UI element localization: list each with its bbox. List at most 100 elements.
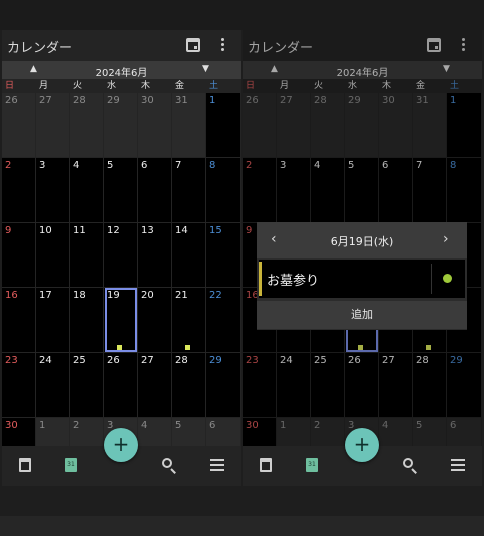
day-cell[interactable]: 23: [2, 353, 35, 417]
app-title: カレンダー: [7, 41, 73, 56]
day-cell[interactable]: 11: [70, 223, 103, 287]
day-cell[interactable]: 17: [36, 288, 69, 352]
day-cell[interactable]: 5: [104, 158, 137, 222]
weekday-label: 火: [73, 81, 83, 91]
week-row: 16 17 18 19 20 21 22: [2, 288, 241, 353]
day-cell[interactable]: 22: [206, 288, 240, 352]
day-number: 28: [175, 355, 188, 366]
system-bottom-strip: [0, 516, 484, 536]
event-marker: [185, 345, 190, 350]
day-number: 23: [5, 355, 18, 366]
day-number: 15: [209, 225, 222, 236]
day-number: 2: [73, 420, 80, 431]
day-cell[interactable]: 20: [138, 288, 171, 352]
dialog-header: ‹ 6月19日(水) ›: [257, 222, 467, 258]
weekday-label: 水: [107, 81, 117, 91]
day-number: 24: [39, 355, 52, 366]
day-cell[interactable]: 31: [172, 93, 205, 157]
day-cell[interactable]: 28: [172, 353, 205, 417]
day-cell[interactable]: 18: [70, 288, 103, 352]
day-cell[interactable]: 27: [138, 353, 171, 417]
dialog-date: 6月19日(水): [330, 235, 394, 248]
day-cell[interactable]: 6: [138, 158, 171, 222]
day-number: 22: [209, 290, 222, 301]
event-divider: [431, 264, 432, 294]
weekday-label: 金: [175, 81, 185, 91]
weekday-label: 土: [209, 81, 219, 91]
calendar-day-icon[interactable]: 31: [303, 456, 321, 474]
day-cell[interactable]: 25: [70, 353, 103, 417]
day-cell[interactable]: 26: [2, 93, 35, 157]
week-row: 26 27 28 29 30 31 1: [2, 93, 241, 158]
event-item[interactable]: お墓参り: [259, 260, 465, 298]
day-cell[interactable]: 9: [2, 223, 35, 287]
day-number: 26: [5, 95, 18, 106]
day-cell[interactable]: 29: [104, 93, 137, 157]
day-number: 18: [73, 290, 86, 301]
calendar-month-icon[interactable]: [257, 456, 275, 474]
next-day-button[interactable]: ›: [443, 231, 449, 247]
month-grid: 2627282930311234567891011121314151617181…: [2, 93, 241, 483]
calendar-day-icon[interactable]: 31: [62, 456, 80, 474]
search-icon[interactable]: [160, 456, 178, 474]
menu-icon[interactable]: [208, 456, 226, 474]
day-cell[interactable]: 15: [206, 223, 240, 287]
day-number: 9: [5, 225, 12, 236]
day-number: 27: [39, 95, 52, 106]
calendar-screen-with-popup: カレンダー ▲ 2024年6月 ▼ 日月火水木金土 26 27 28 29 30 31 1 2…: [243, 30, 482, 486]
day-number: 5: [175, 420, 182, 431]
day-number: 17: [39, 290, 52, 301]
day-cell[interactable]: 1: [206, 93, 240, 157]
day-cell[interactable]: 13: [138, 223, 171, 287]
menu-icon[interactable]: [449, 456, 467, 474]
day-cell[interactable]: 30: [138, 93, 171, 157]
more-options-icon[interactable]: [220, 38, 226, 52]
day-cell[interactable]: 14: [172, 223, 205, 287]
calendar-screen-month: カレンダー ▲ 2024年6月 ▼ 日月火水木金土 26 27 28 29 30 31 1 2…: [2, 30, 241, 486]
calendar-month-icon[interactable]: [16, 456, 34, 474]
day-cell[interactable]: 28: [70, 93, 103, 157]
day-cell[interactable]: 16: [2, 288, 35, 352]
day-number: 12: [107, 225, 120, 236]
event-status-dot[interactable]: [443, 274, 452, 283]
day-number: 21: [175, 290, 188, 301]
weekday-label: 月: [39, 81, 49, 91]
event-color-bar: [259, 262, 262, 296]
day-cell[interactable]: 4: [70, 158, 103, 222]
day-cell[interactable]: 8: [206, 158, 240, 222]
calendar-day-number: 31: [67, 461, 75, 468]
day-cell[interactable]: 2: [2, 158, 35, 222]
day-cell[interactable]: 7: [172, 158, 205, 222]
add-button[interactable]: 追加: [257, 301, 467, 329]
day-cell[interactable]: 27: [36, 93, 69, 157]
day-cell[interactable]: 10: [36, 223, 69, 287]
day-number: 19: [107, 290, 120, 301]
day-cell[interactable]: 26: [104, 353, 137, 417]
day-number: 4: [141, 420, 148, 431]
day-number: 31: [175, 95, 188, 106]
month-next-button[interactable]: ▼: [202, 64, 209, 74]
day-number: 20: [141, 290, 154, 301]
add-event-fab[interactable]: +: [104, 428, 138, 462]
day-cell[interactable]: 21: [172, 288, 205, 352]
day-number: 30: [141, 95, 154, 106]
day-number: 13: [141, 225, 154, 236]
day-cell[interactable]: 19: [104, 288, 137, 352]
day-cell[interactable]: 12: [104, 223, 137, 287]
day-number: 16: [5, 290, 18, 301]
day-number: 1: [39, 420, 46, 431]
search-icon[interactable]: [401, 456, 419, 474]
top-status-band: [0, 0, 484, 30]
day-number: 2: [5, 160, 12, 171]
day-cell[interactable]: 3: [36, 158, 69, 222]
day-number: 30: [5, 420, 18, 431]
event-marker: [117, 345, 122, 350]
day-cell[interactable]: 24: [36, 353, 69, 417]
today-calendar-icon[interactable]: [186, 38, 200, 52]
day-cell[interactable]: 29: [206, 353, 240, 417]
add-event-fab[interactable]: +: [345, 428, 379, 462]
weekday-label: 木: [141, 81, 151, 91]
day-number: 11: [73, 225, 86, 236]
day-number: 14: [175, 225, 188, 236]
week-row: 2 3 4 5 6 7 8: [2, 158, 241, 223]
